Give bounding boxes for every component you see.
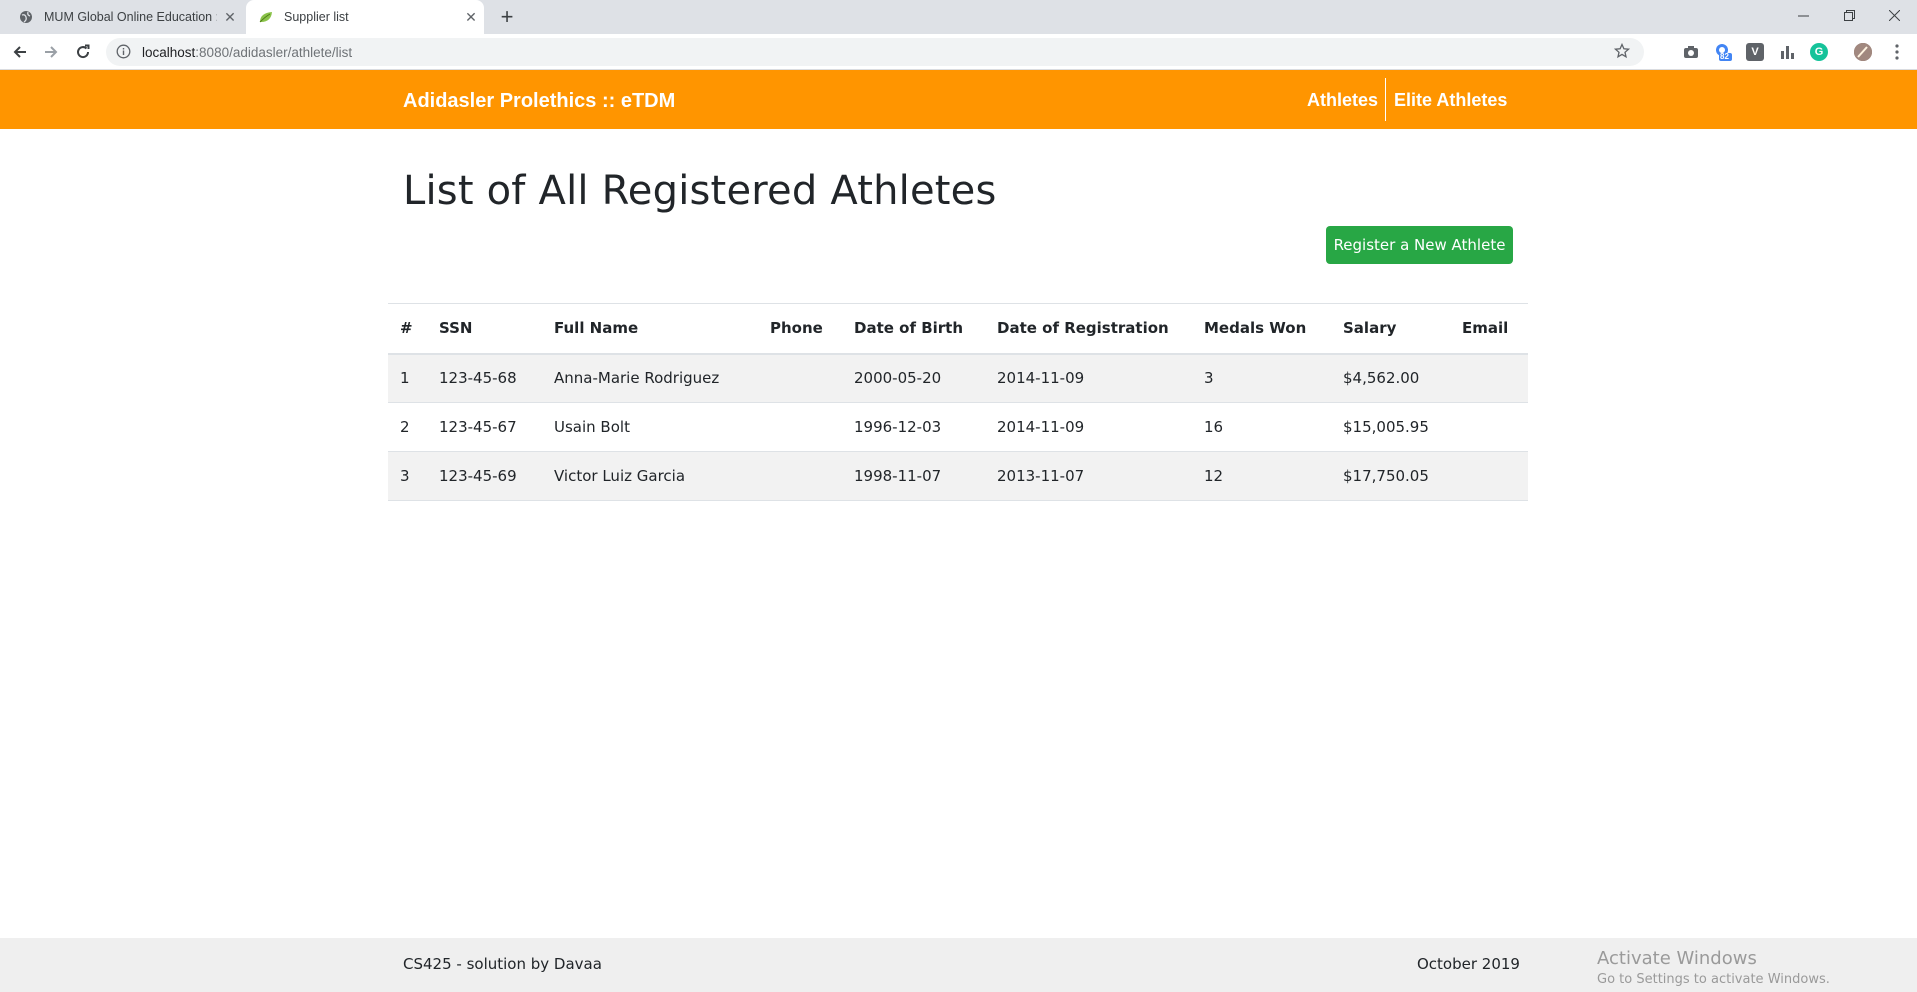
table-cell: 2013-11-07 (985, 451, 1192, 501)
footer-date: October 2019 (1417, 955, 1520, 973)
table-cell: $15,005.95 (1331, 402, 1450, 452)
table-cell: 2000-05-20 (842, 353, 985, 403)
column-header: # (388, 303, 427, 355)
footer-credit: CS425 - solution by Davaa (403, 955, 602, 973)
nav-divider (1385, 78, 1386, 121)
column-header: Phone (758, 303, 842, 355)
athletes-table: # SSN Full Name Phone Date of Birth Date… (388, 303, 1528, 501)
table-cell (758, 451, 842, 501)
table-cell: 2014-11-09 (985, 353, 1192, 403)
table-cell (1450, 451, 1528, 501)
camera-icon[interactable] (1682, 43, 1700, 61)
table-cell: 123-45-69 (427, 451, 542, 501)
brand-link[interactable]: Adidasler Prolethics :: eTDM (403, 70, 675, 129)
url-host: localhost (142, 44, 196, 60)
extension-badge-icon[interactable]: 82 (1714, 43, 1732, 61)
table-cell: 3 (388, 451, 427, 501)
table-cell: 1998-11-07 (842, 451, 985, 501)
tab-close-icon[interactable]: ✕ (217, 9, 243, 26)
browser-tab-bar: MUM Global Online Education : C ✕ Suppli… (0, 0, 1917, 34)
register-athlete-button[interactable]: Register a New Athlete (1326, 226, 1513, 264)
browser-tab-title: MUM Global Online Education : C (44, 10, 217, 24)
globe-icon (18, 9, 34, 25)
column-header: Full Name (542, 303, 758, 355)
profile-avatar[interactable] (1854, 43, 1872, 61)
v-extension-icon[interactable]: V (1746, 43, 1764, 61)
info-icon[interactable] (116, 44, 132, 60)
table-cell (1450, 402, 1528, 452)
reload-icon[interactable] (70, 39, 96, 65)
restore-icon[interactable] (1826, 0, 1872, 30)
address-bar[interactable]: localhost:8080/adidasler/athlete/list (106, 38, 1644, 66)
bookmark-star-icon[interactable] (1613, 42, 1631, 62)
table-cell: 2014-11-09 (985, 402, 1192, 452)
table-cell: 3 (1192, 353, 1331, 403)
grammarly-icon[interactable]: G (1810, 43, 1828, 61)
bar-chart-extension-icon[interactable] (1778, 43, 1796, 61)
table-cell (1450, 353, 1528, 403)
url-path: :8080/adidasler/athlete/list (195, 44, 353, 60)
table-cell: Anna-Marie Rodriguez (542, 353, 758, 403)
column-header: Date of Registration (985, 303, 1192, 355)
table-cell: 123-45-67 (427, 402, 542, 452)
table-row: 1 123-45-68 Anna-Marie Rodriguez 2000-05… (388, 353, 1528, 403)
tab-close-icon[interactable]: ✕ (458, 9, 484, 26)
table-cell: Usain Bolt (542, 402, 758, 452)
column-header: Medals Won (1192, 303, 1331, 355)
leaf-icon (258, 9, 274, 25)
minimize-icon[interactable] (1780, 0, 1826, 30)
table-cell: 123-45-68 (427, 353, 542, 403)
table-cell: 2 (388, 402, 427, 452)
forward-arrow-icon[interactable] (38, 39, 64, 65)
watermark-subtitle: Go to Settings to activate Windows. (1597, 972, 1830, 987)
table-cell (758, 402, 842, 452)
browser-tab-supplier-list[interactable]: Supplier list ✕ (246, 0, 484, 34)
table-cell: Victor Luiz Garcia (542, 451, 758, 501)
back-arrow-icon[interactable] (7, 39, 33, 65)
activate-windows-watermark: Activate Windows Go to Settings to activ… (1597, 948, 1830, 987)
watermark-title: Activate Windows (1597, 948, 1757, 969)
table-cell (758, 353, 842, 403)
menu-dots-icon[interactable] (1888, 43, 1906, 61)
extension-badge-count: 82 (1720, 52, 1729, 61)
table-header-row: # SSN Full Name Phone Date of Birth Date… (388, 303, 1528, 355)
browser-toolbar: localhost:8080/adidasler/athlete/list 82… (0, 34, 1917, 70)
browser-tab-title: Supplier list (284, 10, 349, 24)
column-header: Salary (1331, 303, 1450, 355)
table-row: 3 123-45-69 Victor Luiz Garcia 1998-11-0… (388, 451, 1528, 501)
table-cell: $4,562.00 (1331, 353, 1450, 403)
site-header: Adidasler Prolethics :: eTDM Athletes El… (0, 70, 1917, 129)
page-title: List of All Registered Athletes (403, 168, 997, 214)
column-header: SSN (427, 303, 542, 355)
table-row: 2 123-45-67 Usain Bolt 1996-12-03 2014-1… (388, 402, 1528, 452)
table-cell: 16 (1192, 402, 1331, 452)
table-cell: 1996-12-03 (842, 402, 985, 452)
table-cell: 12 (1192, 451, 1331, 501)
browser-tab-mum[interactable]: MUM Global Online Education : C ✕ (0, 0, 243, 34)
close-window-icon[interactable] (1871, 0, 1917, 30)
nav-elite-athletes[interactable]: Elite Athletes (1394, 70, 1507, 129)
new-tab-icon[interactable]: + (494, 5, 520, 29)
column-header: Email (1450, 303, 1528, 355)
table-cell: $17,750.05 (1331, 451, 1450, 501)
column-header: Date of Birth (842, 303, 985, 355)
nav-athletes[interactable]: Athletes (1307, 70, 1378, 129)
table-cell: 1 (388, 353, 427, 403)
